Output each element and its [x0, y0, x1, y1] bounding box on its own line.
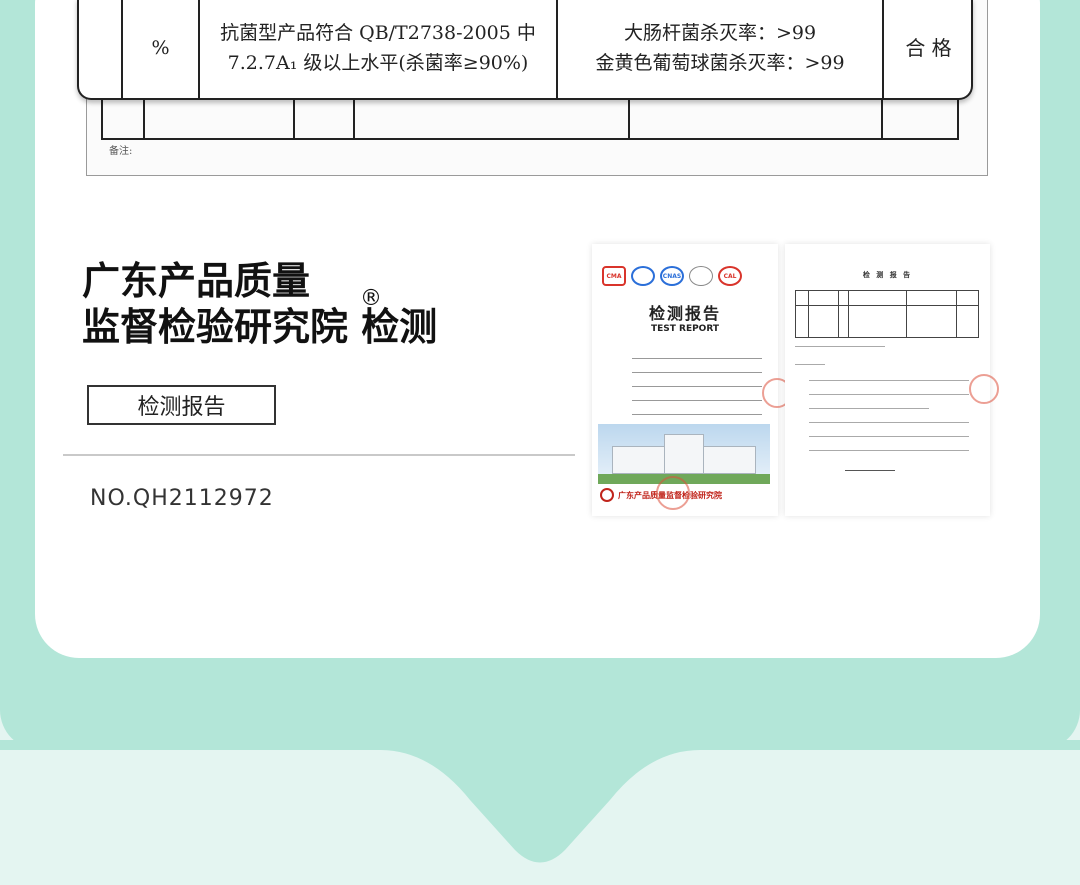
- requirement-cell: 抗菌型产品符合 QB/T2738-2005 中 7.2.7A₁ 级以上水平(杀菌…: [200, 0, 556, 98]
- result-line-2: 金黄色葡萄球菌杀灭率：>99: [595, 52, 845, 74]
- page-seal-icon: [969, 374, 999, 404]
- registered-mark: ®: [360, 286, 382, 311]
- divider-line: [63, 454, 575, 456]
- requirement-line-1: 抗菌型产品符合 QB/T2738-2005 中: [220, 22, 536, 44]
- page-title: 检 测 报 告: [862, 271, 913, 279]
- institute-logo-icon: [600, 488, 614, 502]
- red-seal-icon: [656, 476, 690, 510]
- requirement-line-2: 7.2.7A₁ 级以上水平(杀菌率≥90%): [227, 52, 529, 74]
- organization-title: 广东产品质量 监督检验研究院 检测: [82, 258, 437, 350]
- report-cover-thumbnail: CMA CNAS CAL 检测报告 TEST REPORT 广东产品质量监督检验…: [592, 244, 792, 516]
- building-photo: [598, 424, 770, 484]
- organization-line-1: 广东产品质量: [82, 259, 311, 303]
- cnas-badge-icon: CNAS: [660, 266, 684, 286]
- cover-subtitle: TEST REPORT: [650, 324, 720, 334]
- certification-badges: CMA CNAS CAL: [602, 266, 742, 286]
- report-page-thumbnail: 检 测 报 告: [785, 244, 999, 516]
- cma-badge-icon: CMA: [602, 266, 626, 286]
- cover-title: 检测报告: [648, 304, 721, 323]
- accreditation-badge-icon: [689, 266, 713, 286]
- ilac-badge-icon: [631, 266, 655, 286]
- result-line-1: 大肠杆菌杀灭率：>99: [623, 22, 817, 44]
- verdict-cell: 合 格: [905, 36, 952, 60]
- result-table-row: % 抗菌型产品符合 QB/T2738-2005 中 7.2.7A₁ 级以上水平(…: [77, 0, 973, 100]
- report-tag: 检测报告: [87, 385, 276, 425]
- cal-badge-icon: CAL: [718, 266, 742, 286]
- report-number: NO.QH2112972: [90, 486, 274, 511]
- down-arrow-shape: [0, 740, 1080, 863]
- organization-line-2: 监督检验研究院 检测: [82, 305, 438, 349]
- unit-cell: %: [151, 37, 170, 59]
- result-cell: 大肠杆菌杀灭率：>99 金黄色葡萄球菌杀灭率：>99: [558, 0, 882, 98]
- note-label: 备注:: [109, 146, 133, 157]
- mini-table: [795, 290, 979, 338]
